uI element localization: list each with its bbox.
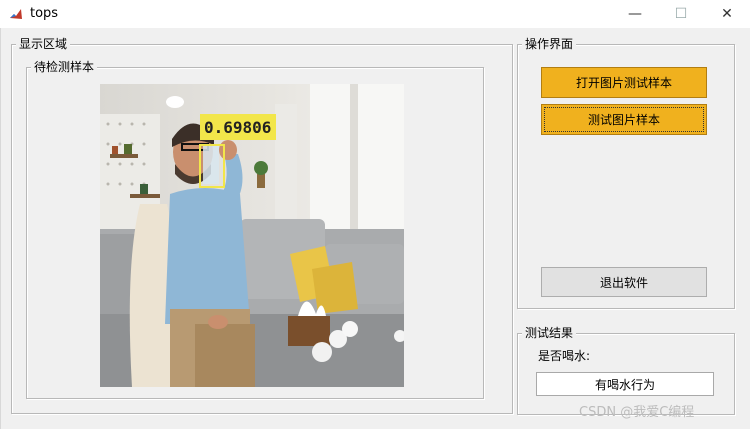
maximize-button[interactable]: ☐ bbox=[658, 0, 704, 28]
minimize-button[interactable]: — bbox=[612, 0, 658, 28]
window-frame: 显示区域 待检测样本 0.69806 操作界面 打开图片测试样本 测试图片样本 … bbox=[0, 28, 750, 429]
title-bar: tops — ☐ ✕ bbox=[0, 0, 750, 29]
drinking-question-label: 是否喝水: bbox=[538, 349, 591, 363]
display-area-title: 显示区域 bbox=[16, 36, 71, 52]
open-image-button[interactable]: 打开图片测试样本 bbox=[541, 67, 707, 98]
close-button[interactable]: ✕ bbox=[704, 0, 750, 28]
result-value-box: 有喝水行为 bbox=[536, 372, 714, 396]
matlab-icon bbox=[10, 9, 22, 19]
window-title: tops bbox=[30, 6, 59, 21]
exit-button[interactable]: 退出软件 bbox=[541, 267, 707, 297]
detection-score: 0.69806 bbox=[204, 118, 271, 137]
display-area-panel: 显示区域 待检测样本 0.69806 bbox=[11, 36, 513, 414]
results-title: 测试结果 bbox=[522, 325, 577, 341]
operation-panel: 操作界面 打开图片测试样本 测试图片样本 退出软件 bbox=[517, 36, 735, 309]
test-image: 0.69806 bbox=[100, 84, 404, 387]
watermark: CSDN @我爱C编程 bbox=[579, 405, 695, 420]
test-image-button[interactable]: 测试图片样本 bbox=[541, 104, 707, 135]
operation-title: 操作界面 bbox=[522, 36, 577, 52]
sample-panel: 待检测样本 0.69806 bbox=[26, 59, 484, 399]
sample-panel-title: 待检测样本 bbox=[31, 59, 98, 75]
